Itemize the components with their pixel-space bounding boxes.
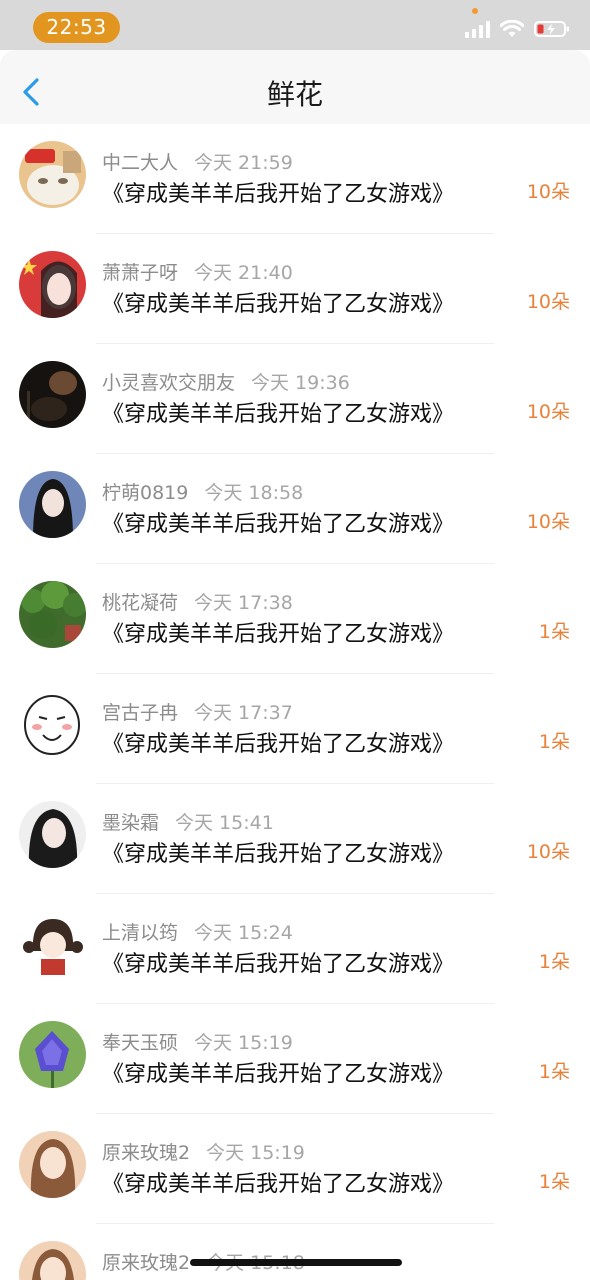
item-meta: 宫古子冉 今天 17:37 — [102, 698, 293, 725]
book-title[interactable]: 《穿成美羊羊后我开始了乙女游戏》 — [102, 616, 454, 648]
avatar[interactable] — [19, 911, 86, 978]
item-meta: 中二大人 今天 21:59 — [102, 148, 293, 175]
item-meta: 柠萌0819 今天 18:58 — [102, 478, 303, 505]
status-time: 22:53 — [33, 12, 120, 43]
avatar[interactable] — [19, 801, 86, 868]
home-indicator[interactable] — [190, 1259, 402, 1266]
username[interactable]: 小灵喜欢交朋友 — [102, 372, 235, 394]
list-item[interactable]: 小灵喜欢交朋友 今天 19:36 《穿成美羊羊后我开始了乙女游戏》 10朵 — [0, 344, 590, 454]
flower-count: 1朵 — [538, 1171, 570, 1193]
book-title[interactable]: 《穿成美羊羊后我开始了乙女游戏》 — [102, 396, 454, 428]
avatar[interactable] — [19, 251, 86, 318]
flower-gift-list: 中二大人 今天 21:59 《穿成美羊羊后我开始了乙女游戏》 10朵 萧萧子呀 今天… — [0, 124, 590, 1280]
page-title: 鲜花 — [266, 78, 323, 111]
timestamp: 今天 15:19 — [206, 1142, 305, 1164]
username[interactable]: 奉天玉硕 — [102, 1032, 178, 1054]
cellular-signal-icon — [465, 20, 490, 38]
book-title[interactable]: 《穿成美羊羊后我开始了乙女游戏》 — [102, 1166, 454, 1198]
avatar[interactable] — [19, 1131, 86, 1198]
book-title[interactable]: 《穿成美羊羊后我开始了乙女游戏》 — [102, 1056, 454, 1088]
list-item[interactable]: 萧萧子呀 今天 21:40 《穿成美羊羊后我开始了乙女游戏》 10朵 — [0, 234, 590, 344]
battery-charging-icon — [534, 21, 569, 37]
timestamp: 今天 21:59 — [194, 152, 293, 174]
list-item[interactable]: 墨染霜 今天 15:41 《穿成美羊羊后我开始了乙女游戏》 10朵 — [0, 784, 590, 894]
timestamp: 今天 15:19 — [194, 1032, 293, 1054]
item-meta: 小灵喜欢交朋友 今天 19:36 — [102, 368, 350, 395]
book-title[interactable]: 《穿成美羊羊后我开始了乙女游戏》 — [102, 506, 454, 538]
avatar[interactable] — [19, 581, 86, 648]
privacy-indicator-dot — [472, 8, 478, 14]
wifi-icon — [500, 20, 524, 37]
flower-count: 10朵 — [526, 511, 570, 533]
status-bar: 22:53 — [0, 0, 590, 50]
avatar[interactable] — [19, 141, 86, 208]
book-title[interactable]: 《穿成美羊羊后我开始了乙女游戏》 — [102, 286, 454, 318]
username[interactable]: 中二大人 — [102, 152, 178, 174]
item-meta: 上清以筠 今天 15:24 — [102, 918, 293, 945]
username[interactable]: 原来玫瑰2 — [102, 1142, 190, 1164]
book-title[interactable]: 《穿成美羊羊后我开始了乙女游戏》 — [102, 836, 454, 868]
item-meta: 萧萧子呀 今天 21:40 — [102, 258, 293, 285]
flower-count: 10朵 — [526, 291, 570, 313]
avatar[interactable] — [19, 691, 86, 758]
timestamp: 今天 15:41 — [175, 812, 274, 834]
list-item[interactable]: 奉天玉硕 今天 15:19 《穿成美羊羊后我开始了乙女游戏》 1朵 — [0, 1004, 590, 1114]
flower-count: 1朵 — [538, 621, 570, 643]
status-icons — [465, 20, 570, 38]
timestamp: 今天 17:37 — [194, 702, 293, 724]
list-item[interactable]: 原来玫瑰2今天 15:18 — [0, 1224, 590, 1280]
list-item[interactable]: 柠萌0819 今天 18:58 《穿成美羊羊后我开始了乙女游戏》 10朵 — [0, 454, 590, 564]
avatar[interactable] — [19, 361, 86, 428]
timestamp: 今天 19:36 — [251, 372, 350, 394]
flower-count: 1朵 — [538, 951, 570, 973]
timestamp: 今天 18:58 — [204, 482, 304, 504]
book-title[interactable]: 《穿成美羊羊后我开始了乙女游戏》 — [102, 946, 454, 978]
flower-count: 10朵 — [526, 181, 570, 203]
username[interactable]: 上清以筠 — [102, 922, 178, 944]
list-item[interactable]: 中二大人 今天 21:59 《穿成美羊羊后我开始了乙女游戏》 10朵 — [0, 124, 590, 234]
item-meta: 桃花凝荷 今天 17:38 — [102, 588, 293, 615]
screen: 22:53 鲜花 中二大人 今天 21:59 《穿成美羊羊后我开始了乙女游戏》 … — [0, 0, 590, 1280]
list-item[interactable]: 桃花凝荷 今天 17:38 《穿成美羊羊后我开始了乙女游戏》 1朵 — [0, 564, 590, 674]
item-meta: 奉天玉硕 今天 15:19 — [102, 1028, 293, 1055]
item-meta: 墨染霜 今天 15:41 — [102, 808, 274, 835]
item-meta: 原来玫瑰2 今天 15:19 — [102, 1138, 305, 1165]
avatar[interactable] — [19, 1241, 86, 1280]
username[interactable]: 萧萧子呀 — [102, 262, 178, 284]
book-title[interactable]: 《穿成美羊羊后我开始了乙女游戏》 — [102, 176, 454, 208]
username[interactable]: 宫古子冉 — [102, 702, 178, 724]
username[interactable]: 桃花凝荷 — [102, 592, 178, 614]
username[interactable]: 墨染霜 — [102, 812, 159, 834]
flower-count: 1朵 — [538, 1061, 570, 1083]
username[interactable]: 原来玫瑰2 — [102, 1252, 190, 1274]
timestamp: 今天 15:24 — [194, 922, 293, 944]
list-item[interactable]: 原来玫瑰2 今天 15:19 《穿成美羊羊后我开始了乙女游戏》 1朵 — [0, 1114, 590, 1224]
avatar[interactable] — [19, 471, 86, 538]
flower-count: 10朵 — [526, 841, 570, 863]
header: 鲜花 — [0, 50, 590, 124]
username[interactable]: 柠萌0819 — [102, 482, 188, 504]
avatar[interactable] — [19, 1021, 86, 1088]
timestamp: 今天 21:40 — [194, 262, 293, 284]
flower-count: 1朵 — [538, 731, 570, 753]
list-item[interactable]: 宫古子冉 今天 17:37 《穿成美羊羊后我开始了乙女游戏》 1朵 — [0, 674, 590, 784]
list-item[interactable]: 上清以筠 今天 15:24 《穿成美羊羊后我开始了乙女游戏》 1朵 — [0, 894, 590, 1004]
book-title[interactable]: 《穿成美羊羊后我开始了乙女游戏》 — [102, 726, 454, 758]
timestamp: 今天 17:38 — [194, 592, 293, 614]
flower-count: 10朵 — [526, 401, 570, 423]
